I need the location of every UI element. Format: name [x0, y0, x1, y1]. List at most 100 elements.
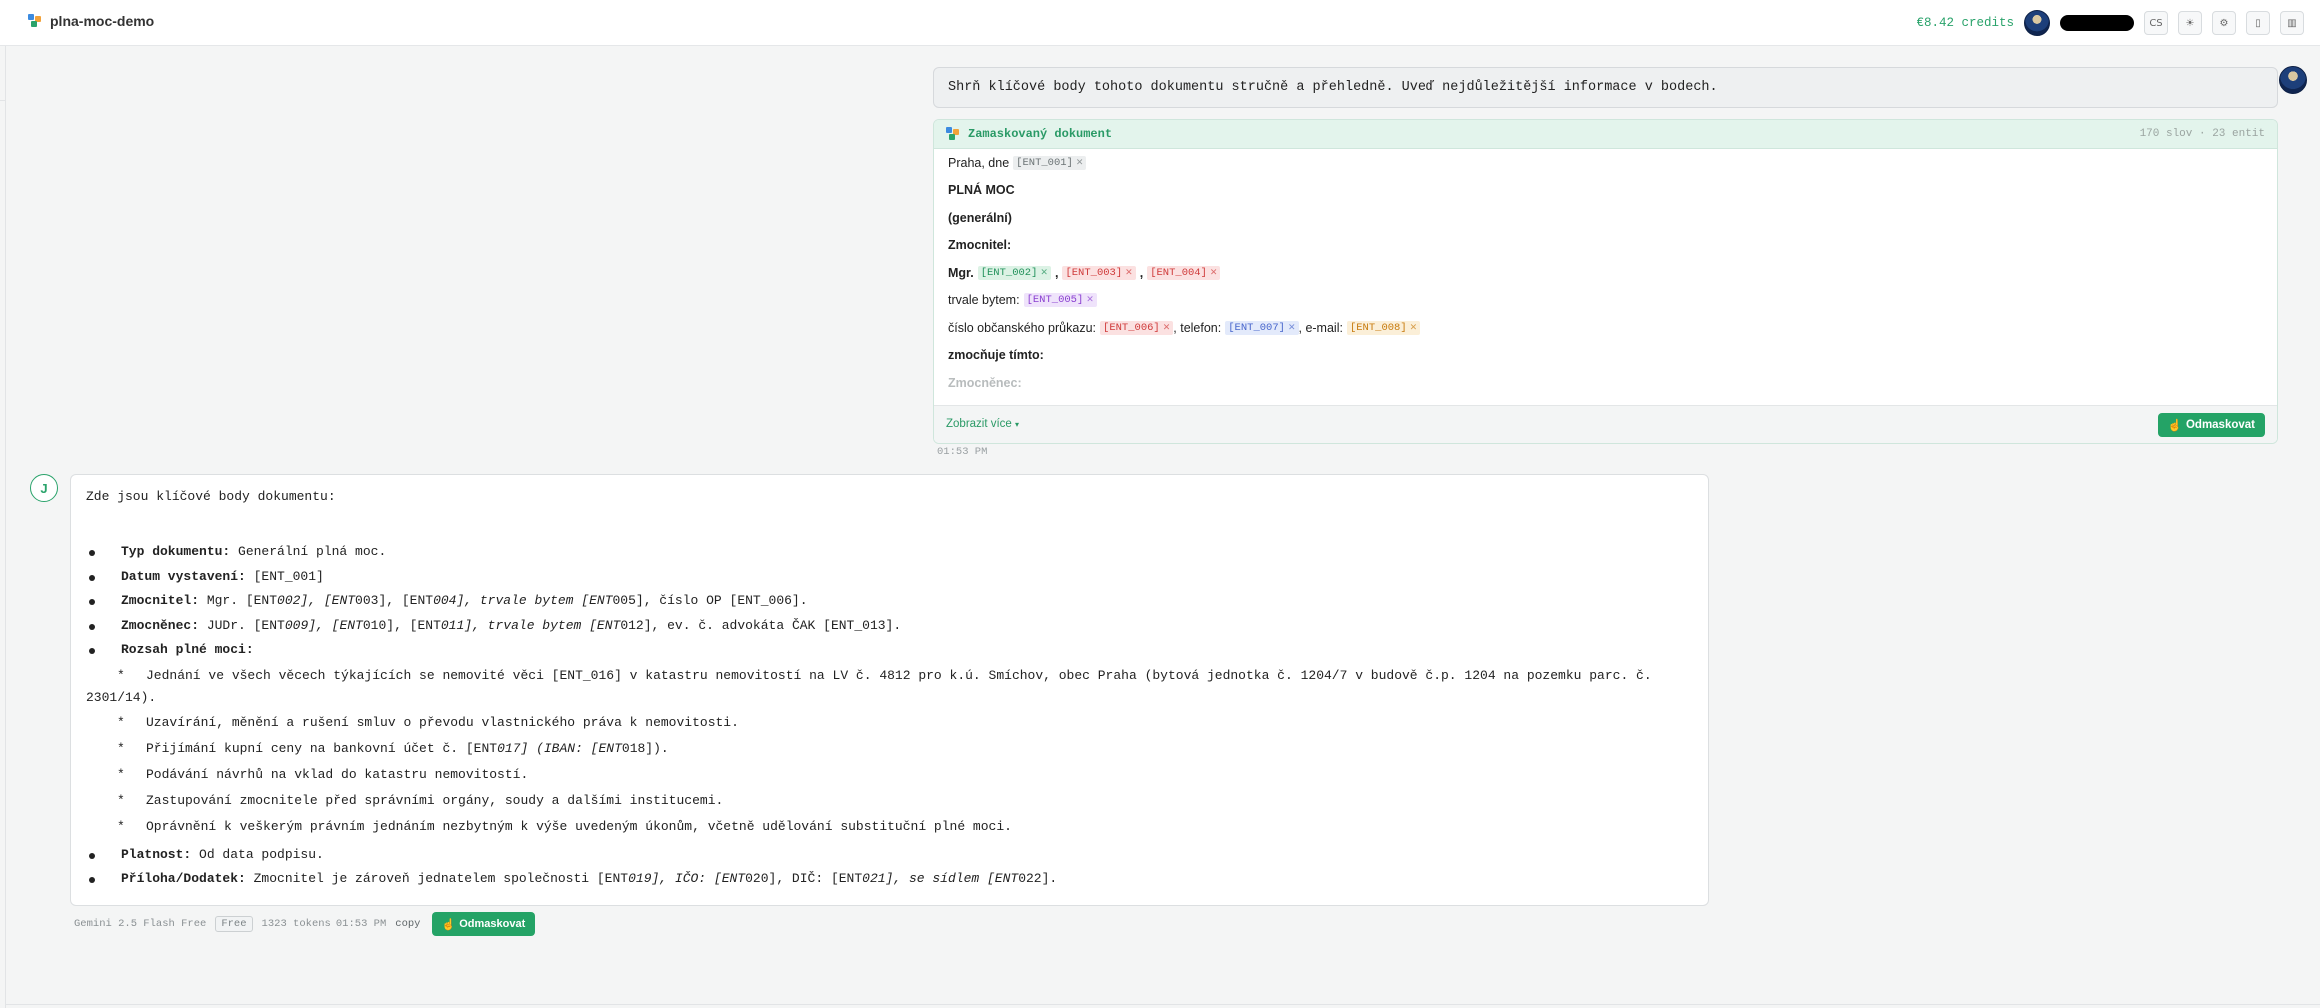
doc-line: Zmocněnec: [948, 375, 1022, 390]
app-title[interactable]: plna-moc-demo [28, 13, 154, 29]
entity-label: [ENT_008] [1349, 321, 1407, 334]
bullet [89, 853, 95, 859]
unmask-answer-button[interactable]: ☝ Odmaskovat [431, 912, 536, 936]
entity-label: [ENT_004] [1150, 266, 1207, 279]
doc-line: (generální) [948, 210, 1012, 225]
doc-line: Praha, dne [ENT_001] ✕ [948, 149, 2263, 177]
header-actions: €8.42 credits CS ☀ ⚙ ▯ ▥ [1916, 10, 2304, 36]
remove-icon[interactable]: ✕ [1040, 268, 1048, 278]
sun-icon[interactable]: ☀ [2178, 11, 2202, 35]
item-value: 021], se sídlem [ENT [862, 871, 1019, 886]
item-value: [ENT_001] [245, 569, 324, 584]
entity-tag[interactable]: [ENT_001] ✕ [1013, 155, 1087, 170]
entity-label: [ENT_003] [1065, 266, 1123, 279]
item-label: Typ dokumentu: [121, 544, 231, 559]
item-value: 017] (IBAN: [ENT [497, 741, 622, 756]
remove-icon[interactable]: ✕ [1210, 268, 1218, 278]
doc-text: , telefon: [1173, 320, 1222, 335]
answer-item: Zmocnitel: Mgr. [ENT002], [ENT003], [ENT… [121, 593, 808, 608]
doc-line: číslo občanského průkazu: [ENT_006] ✕ , t… [948, 314, 2263, 342]
sub-item: Podávání návrhů na vklad do katastru nem… [146, 767, 529, 782]
remove-icon[interactable]: ✕ [1288, 323, 1296, 333]
entity-tag[interactable]: [ENT_007] ✕ [1225, 320, 1299, 335]
item-value: 005], číslo OP [ENT_006]. [612, 593, 808, 608]
pointer-icon: ☝ [2167, 420, 2182, 432]
remove-icon[interactable]: ✕ [1076, 158, 1084, 168]
settings-icon[interactable]: ⚙ [2212, 11, 2236, 35]
masked-document-header: Zamaskovaný dokument 170 slov · 23 entit [934, 120, 2277, 149]
top-bar: plna-moc-demo €8.42 credits CS ☀ ⚙ ▯ ▥ [0, 0, 2320, 46]
message-timestamp: 01:53 PM [937, 446, 988, 458]
entity-tag[interactable]: [ENT_008] ✕ [1346, 320, 1421, 335]
trash-icon[interactable]: ▥ [2280, 11, 2304, 35]
entity-tag[interactable]: [ENT_005] ✕ [1023, 293, 1097, 308]
entity-tag[interactable]: [ENT_006] ✕ [1100, 320, 1174, 335]
doc-line: PLNÁ MOC [948, 183, 1015, 198]
item-label: Zmocněnec: [121, 618, 200, 633]
show-more-button[interactable]: Zobrazit více ▾ [946, 418, 1019, 430]
app-logo-icon [28, 14, 42, 28]
doc-text: trvale bytem: [948, 293, 1020, 308]
item-label: Zmocnitel: [121, 593, 200, 608]
doc-line: trvale bytem: [ENT_005] ✕ [948, 287, 2263, 315]
item-value: 012], ev. č. advokáta ČAK [ENT_013]. [620, 618, 902, 633]
answer-item: Platnost: Od data podpisu. [121, 847, 324, 862]
unmask-button[interactable]: ☝ Odmaskovat [2157, 413, 2265, 437]
item-value: 018]). [621, 741, 669, 756]
copy-button[interactable]: copy [395, 918, 420, 930]
bullet [89, 877, 95, 883]
item-label: Příloha/Dodatek: [121, 871, 246, 886]
app-name: plna-moc-demo [50, 13, 155, 29]
document-icon[interactable]: ▯ [2246, 11, 2270, 35]
entity-tag[interactable]: [ENT_003] ✕ [1062, 265, 1136, 280]
sub-item: Oprávnění k veškerým právním jednáním ne… [146, 819, 1012, 834]
doc-text: Praha, dne [948, 155, 1010, 170]
item-value: 020], DIČ: [ENT [745, 871, 863, 886]
assistant-message: Zde jsou klíčové body dokumentu: Typ dok… [70, 474, 1709, 906]
user-message-avatar [2279, 66, 2307, 94]
sidebar-divider [5, 46, 6, 1008]
language-button[interactable]: CS [2144, 11, 2168, 35]
answer-intro: Zde jsou klíčové body dokumentu: [86, 489, 336, 504]
bullet [89, 648, 95, 654]
item-value: 003], [ENT [355, 593, 434, 608]
remove-icon[interactable]: ✕ [1410, 323, 1418, 333]
entity-label: [ENT_001] [1016, 156, 1073, 169]
masked-document-meta: 170 slov · 23 entit [2139, 128, 2265, 140]
item-value: 019], IČO: [ENT [628, 871, 746, 886]
doc-line: Zmocnitel: [948, 238, 1012, 253]
doc-text: , e-mail: [1298, 320, 1343, 335]
item-value: Přijímání kupní ceny na bankovní účet č.… [146, 741, 498, 756]
remove-icon[interactable]: ✕ [1125, 268, 1133, 278]
entity-tag[interactable]: [ENT_004] ✕ [1147, 265, 1221, 280]
masked-document-footer: Zobrazit více ▾ ☝ Odmaskovat [934, 405, 2277, 443]
user-avatar[interactable] [2024, 10, 2050, 36]
answer-item: Datum vystavení: [ENT_001] [121, 569, 324, 584]
entity-label: [ENT_005] [1026, 294, 1084, 307]
sub-bullet: * [117, 668, 125, 683]
model-name: Gemini 2.5 Flash Free [74, 918, 207, 930]
sub-item: Přijímání kupní ceny na bankovní účet č.… [146, 741, 669, 756]
answer-item: Zmocněnec: JUDr. [ENT009], [ENT010], [EN… [121, 618, 901, 633]
item-value: Mgr. [ENT [199, 593, 278, 608]
item-value: 010], [ENT [362, 618, 441, 633]
remove-icon[interactable]: ✕ [1086, 295, 1094, 305]
bullet [89, 599, 95, 605]
sub-bullet: * [117, 715, 125, 730]
show-more-label: Zobrazit více [946, 418, 1012, 430]
entity-label: [ENT_006] [1103, 321, 1160, 334]
item-value: 009], [ENT [284, 618, 363, 633]
entity-label: [ENT_007] [1228, 321, 1285, 334]
redacted-username [2060, 15, 2134, 31]
sub-item: Uzavírání, měnění a rušení smluv o převo… [146, 715, 739, 730]
answer-item: Rozsah plné moci: [121, 642, 254, 657]
unmask-label: Odmaskovat [459, 918, 526, 930]
entity-tag[interactable]: [ENT_002] ✕ [977, 265, 1051, 280]
item-value: Od data podpisu. [191, 847, 324, 862]
masked-document-card: Zamaskovaný dokument 170 slov · 23 entit… [933, 119, 2278, 444]
remove-icon[interactable]: ✕ [1163, 323, 1171, 333]
doc-text: , [1139, 265, 1144, 280]
sub-bullet: * [117, 767, 125, 782]
sub-item: Zastupování zmocnitele před správními or… [146, 793, 724, 808]
masked-document-body: Praha, dne [ENT_001] ✕ PLNÁ MOC (generáln… [934, 149, 2277, 405]
